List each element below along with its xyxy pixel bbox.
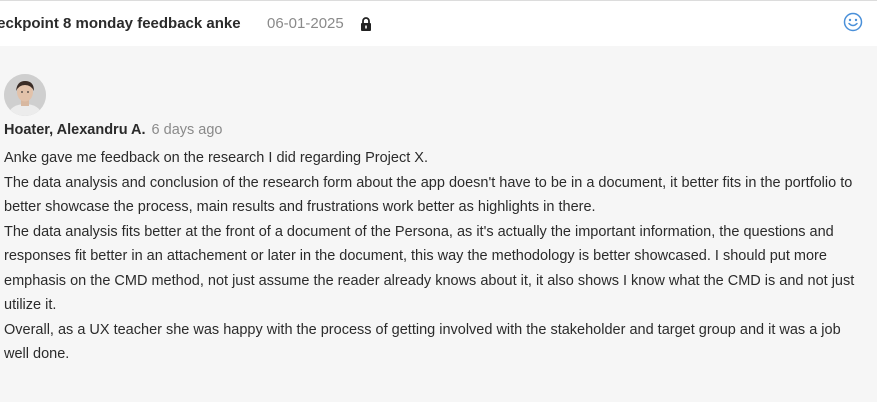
entry-header: heckpoint 8 monday feedback anke 06-01-2… <box>0 0 877 46</box>
entry-date: 06-01-2025 <box>267 15 344 32</box>
avatar[interactable] <box>4 74 46 116</box>
comment-line: The data analysis fits better at the fro… <box>4 223 855 314</box>
author-name[interactable]: Hoater, Alexandru A. <box>4 122 146 138</box>
comment-line: well done. <box>4 346 70 362</box>
comment-timestamp: 6 days ago <box>151 122 223 138</box>
comment-line: Overall, as a UX teacher she was happy w… <box>4 321 841 338</box>
comment-line: Anke gave me feedback on the research I … <box>4 150 428 166</box>
comment-body: Anke gave me feedback on the research I … <box>4 146 869 367</box>
comment-line: The data analysis and conclusion of the … <box>4 174 853 216</box>
comment-area: Hoater, Alexandru A. 6 days ago Anke gave… <box>0 46 877 402</box>
smiley-icon[interactable] <box>843 12 863 32</box>
lock-icon <box>361 17 371 31</box>
comment-meta: Hoater, Alexandru A. 6 days ago <box>4 122 223 138</box>
avatar-image <box>4 74 46 116</box>
entry-title[interactable]: heckpoint 8 monday feedback anke <box>0 15 241 32</box>
